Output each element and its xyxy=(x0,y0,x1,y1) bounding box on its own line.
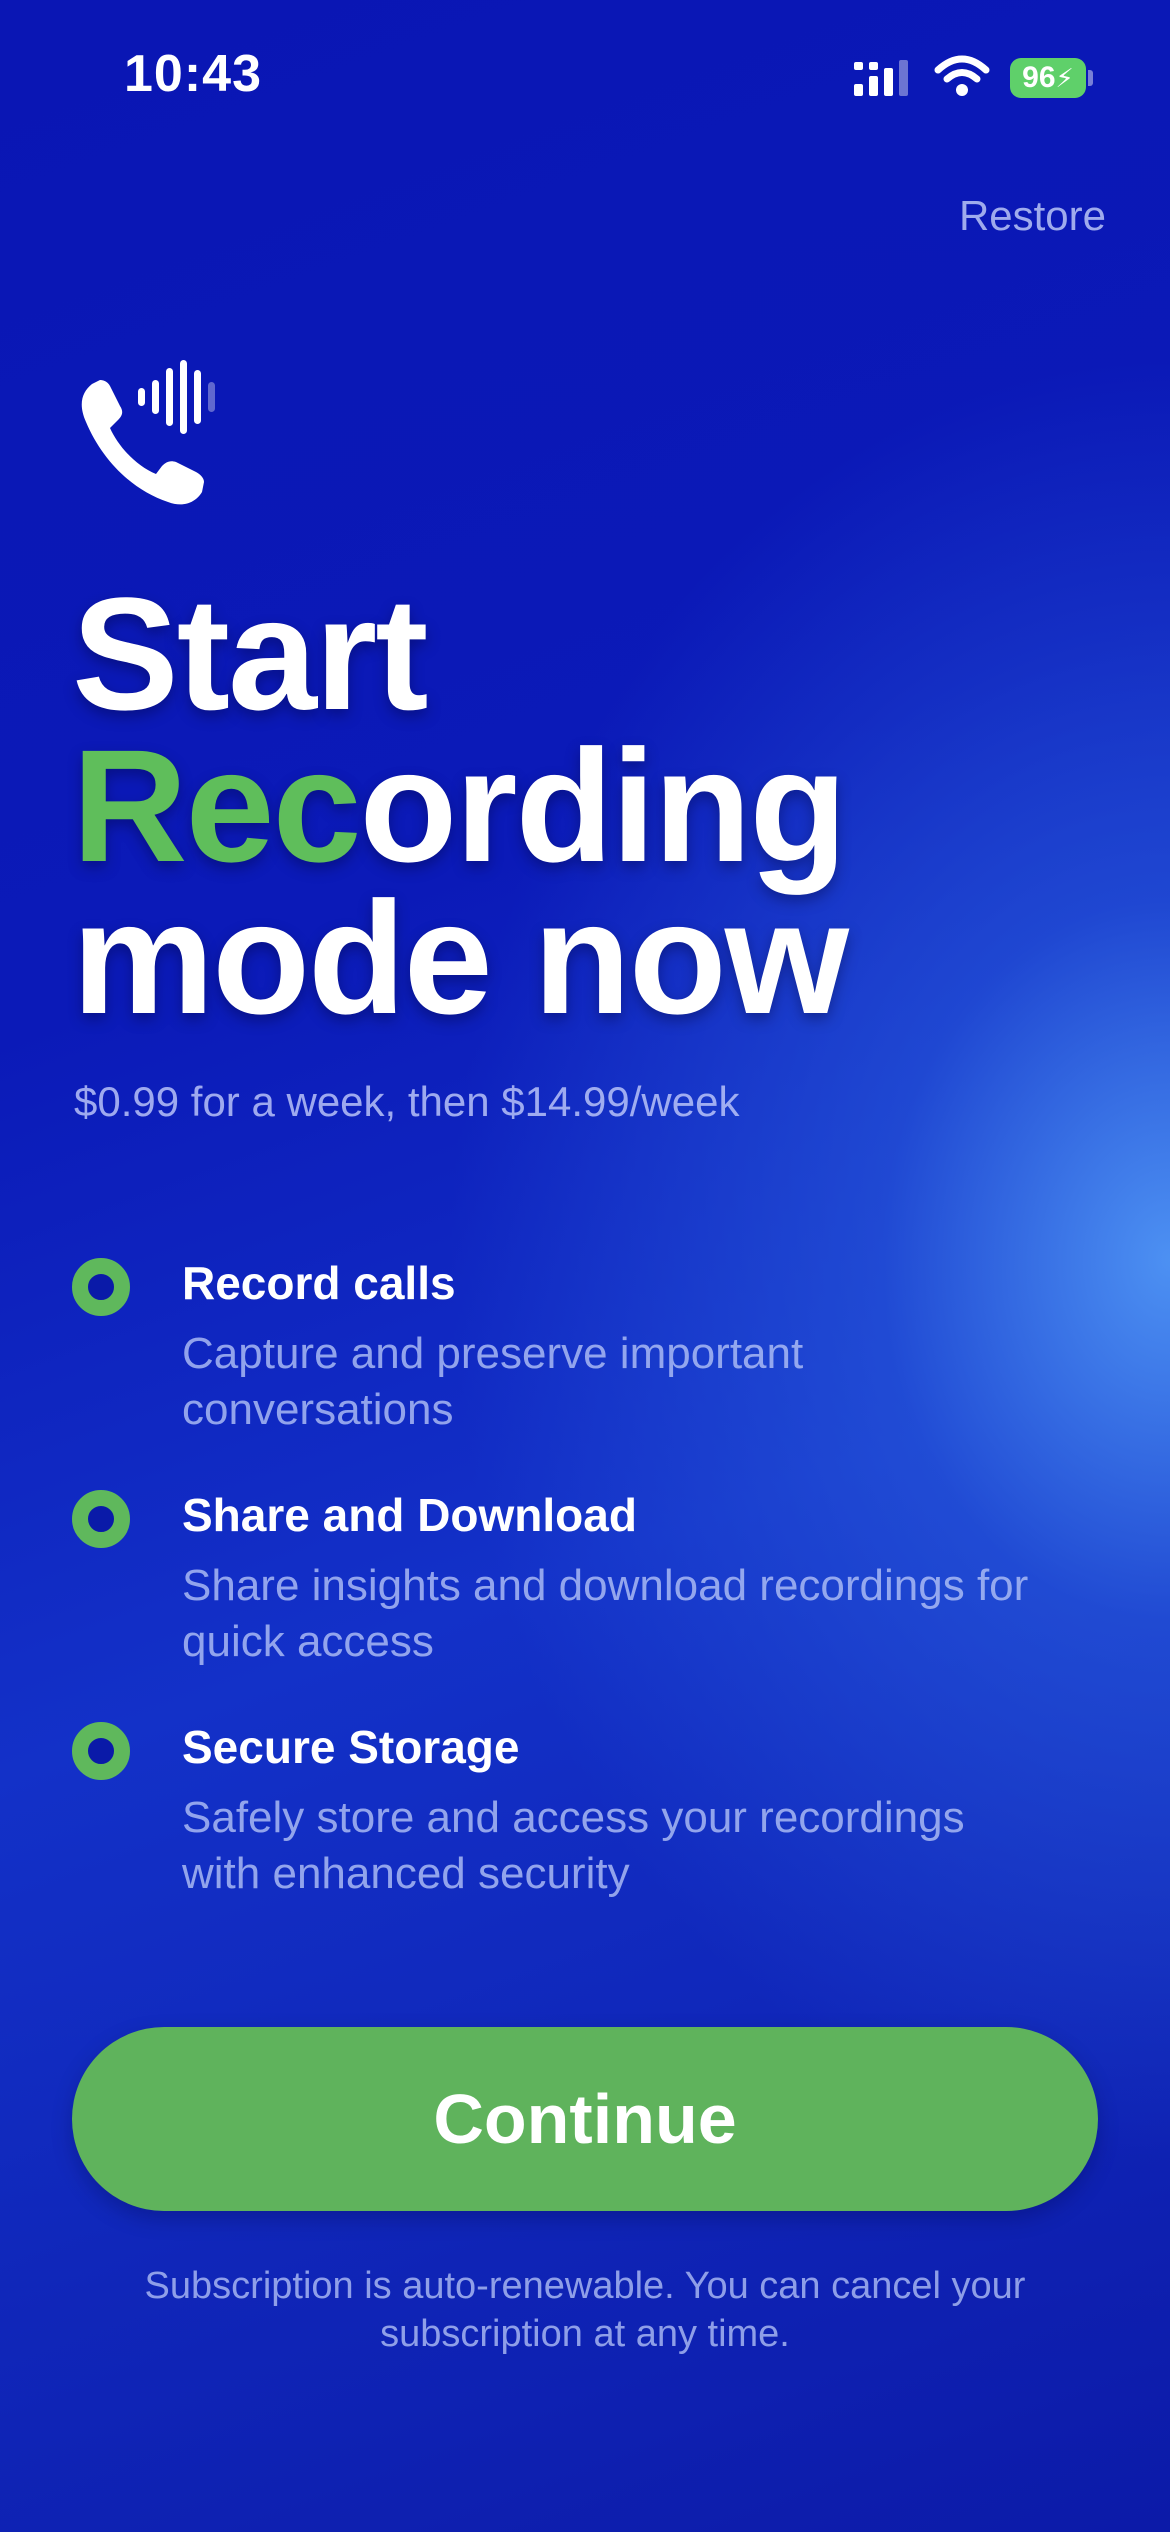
feature-description: Share insights and download recordings f… xyxy=(182,1561,1029,1666)
battery-level: 96 xyxy=(1022,61,1056,94)
subscription-footnote: Subscription is auto-renewable. You can … xyxy=(144,2265,1026,2355)
restore-button[interactable]: Restore xyxy=(959,192,1106,240)
feature-description: Safely store and access your recordings … xyxy=(182,1793,965,1898)
battery-cap xyxy=(1088,70,1093,86)
bullet-ring-icon xyxy=(72,1490,130,1548)
feature-title: Record calls xyxy=(182,1257,456,1309)
phone-soundwave-icon xyxy=(81,360,215,505)
paywall-screen: 10:43 96 ⚡ Restore Start Recording mode … xyxy=(0,0,1170,2532)
feature-list: Record calls Capture and preserve import… xyxy=(72,1256,1102,1952)
feature-title: Share and Download xyxy=(182,1489,637,1541)
battery-charging-icon: 96 ⚡ xyxy=(1010,58,1086,98)
bullet-ring-icon xyxy=(72,1258,130,1316)
feature-title: Secure Storage xyxy=(182,1721,520,1773)
headline: Start Recording mode now xyxy=(72,574,849,1038)
wifi-icon xyxy=(934,55,990,96)
feature-record-calls: Record calls Capture and preserve import… xyxy=(72,1256,1102,1488)
headline-line-3: mode now xyxy=(72,868,849,1047)
price-text: $0.99 for a week, then $14.99/week xyxy=(74,1078,740,1125)
feature-description: Capture and preserve important conversat… xyxy=(182,1329,804,1434)
bullet-ring-icon xyxy=(72,1722,130,1780)
feature-share-download: Share and Download Share insights and do… xyxy=(72,1488,1102,1720)
feature-secure-storage: Secure Storage Safely store and access y… xyxy=(72,1720,1102,1952)
cellular-signal-icon xyxy=(854,60,908,96)
status-bar: 10:43 96 ⚡ xyxy=(0,0,1170,150)
charging-bolt-icon: ⚡ xyxy=(1055,62,1074,93)
status-time: 10:43 xyxy=(124,45,262,103)
continue-button[interactable]: Continue xyxy=(72,2027,1098,2211)
